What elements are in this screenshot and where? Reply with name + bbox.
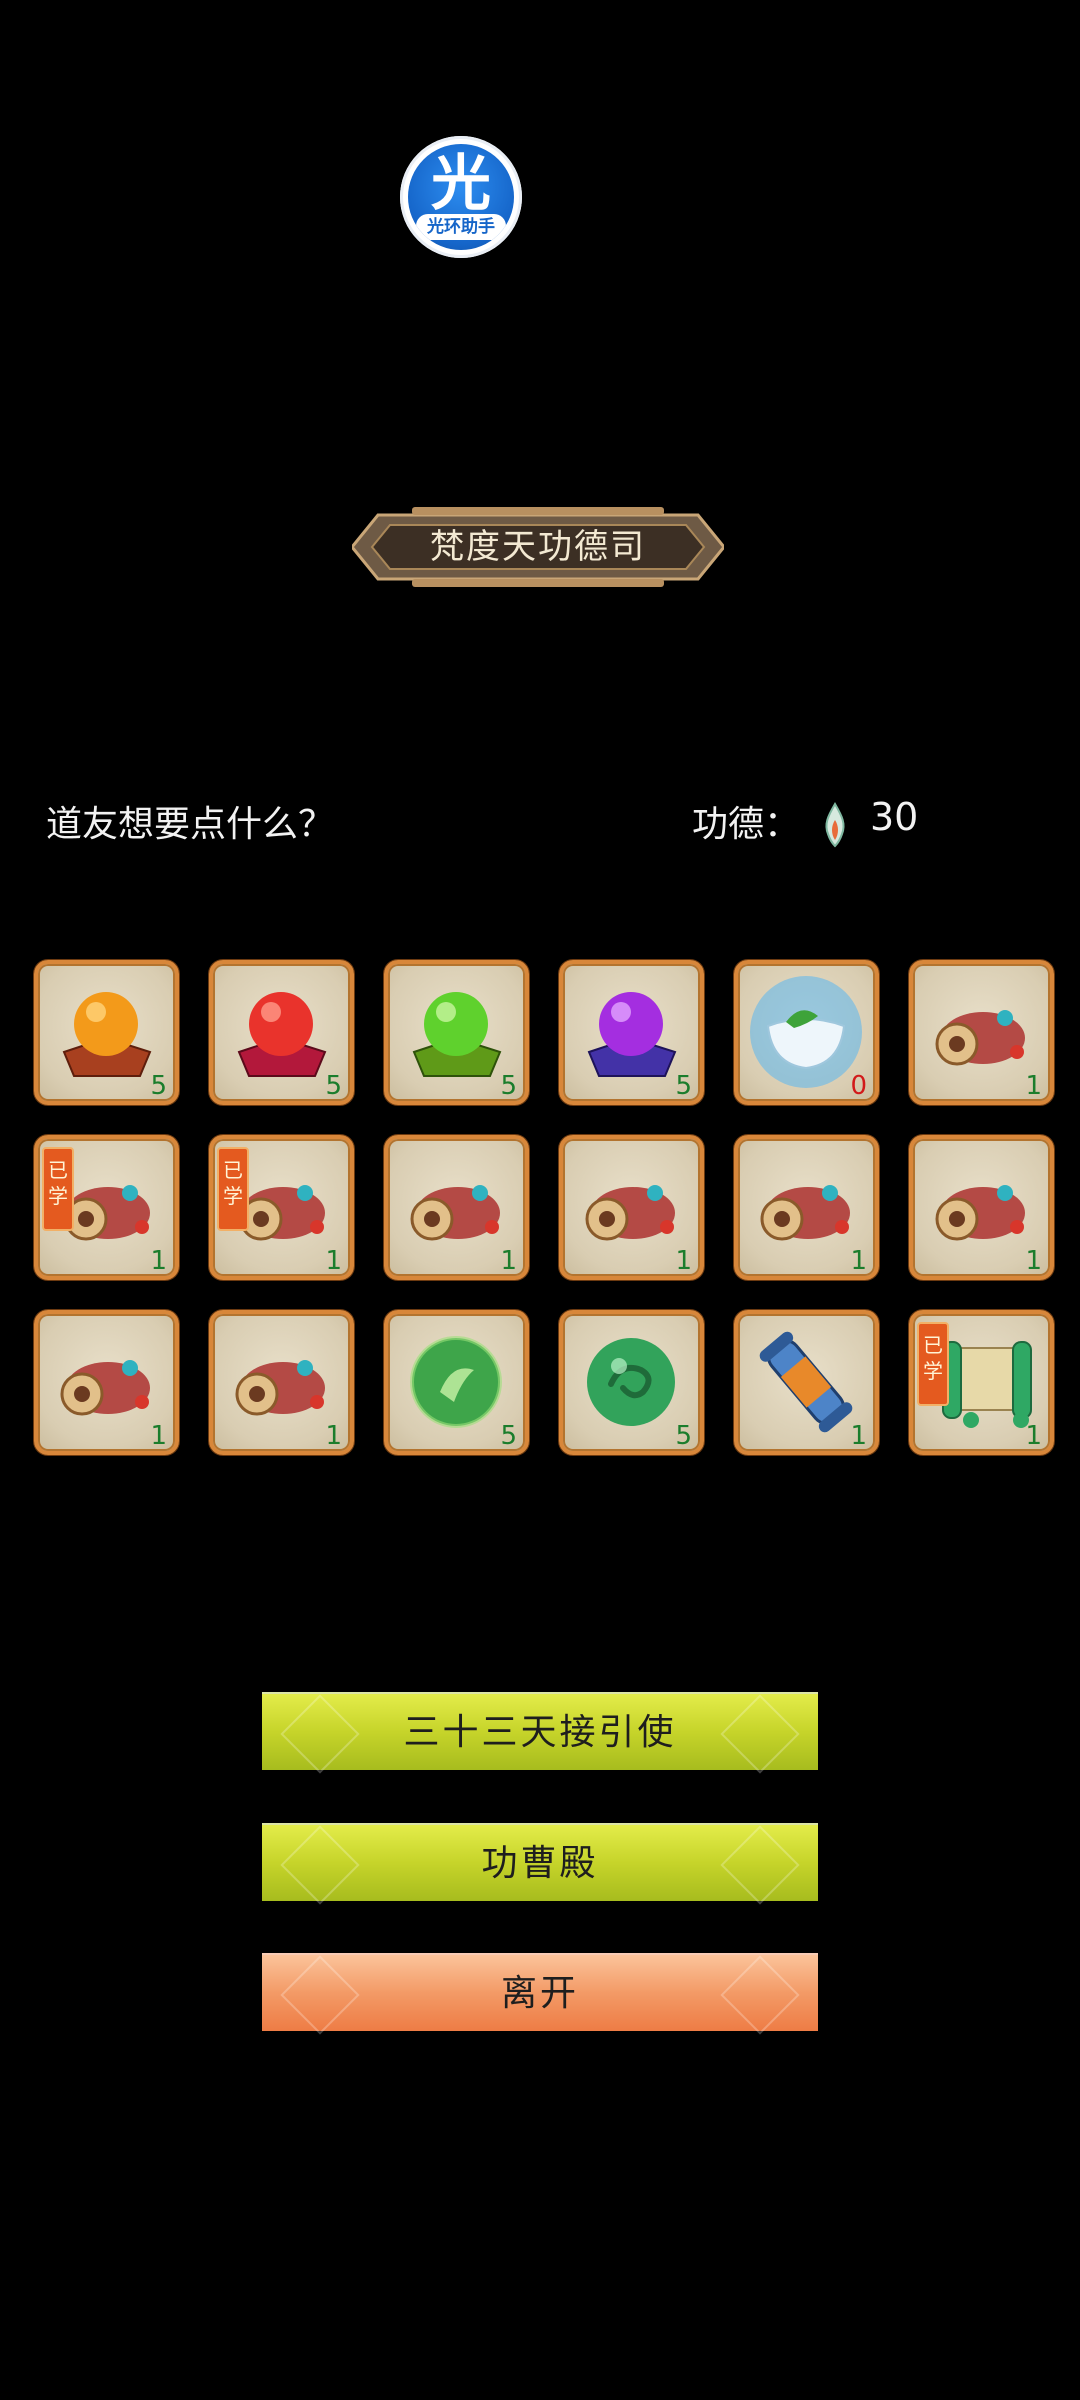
item-qty: 1 (325, 1421, 342, 1451)
leave-button[interactable]: 离开 (262, 1953, 818, 2031)
green-orb-pedestal-icon (412, 992, 502, 1077)
learned-badge: 已学 (42, 1147, 74, 1231)
item-qty: 1 (850, 1246, 867, 1276)
learned-badge: 已学 (917, 1322, 949, 1406)
item-slot-17[interactable]: 1 (734, 1310, 879, 1455)
green-leaf-orb-icon (410, 1336, 502, 1428)
purple-orb-pedestal-icon (587, 992, 677, 1077)
item-slot-18[interactable]: 已学 1 (909, 1310, 1054, 1455)
item-slot-10[interactable]: 1 (559, 1135, 704, 1280)
page-title: 梵度天功德司 (430, 527, 646, 567)
ornate-scroll-icon (935, 1185, 1025, 1241)
guide-button-label: 三十三天接引使 (403, 1712, 677, 1753)
item-slot-5[interactable]: 0 (734, 960, 879, 1105)
learned-badge: 已学 (217, 1147, 249, 1231)
red-orb-pedestal-icon (237, 992, 327, 1077)
item-qty: 0 (850, 1071, 867, 1101)
item-slot-11[interactable]: 1 (734, 1135, 879, 1280)
item-slot-6[interactable]: 1 (909, 960, 1054, 1105)
item-slot-14[interactable]: 1 (209, 1310, 354, 1455)
item-slot-12[interactable]: 1 (909, 1135, 1054, 1280)
ornate-scroll-icon (935, 1010, 1025, 1066)
item-qty: 5 (675, 1071, 692, 1101)
merit-hall-button[interactable]: 功曹殿 (262, 1823, 818, 1901)
merit-hall-button-label: 功曹殿 (481, 1843, 599, 1884)
item-grid: 5 5 5 5 0 1 已 学 1 已 学 1 1 1 1 1 1 1 5 5 … (34, 960, 1054, 1455)
item-slot-15[interactable]: 5 (384, 1310, 529, 1455)
item-qty: 1 (850, 1421, 867, 1451)
leave-button-label: 离开 (500, 1973, 579, 2014)
orange-orb-pedestal-icon (62, 992, 152, 1077)
item-slot-2[interactable]: 5 (209, 960, 354, 1105)
ornate-scroll-icon (60, 1360, 150, 1416)
item-qty: 1 (1025, 1421, 1042, 1451)
merit-flame-icon (825, 802, 845, 848)
item-qty: 5 (500, 1421, 517, 1451)
item-qty: 5 (675, 1421, 692, 1451)
item-qty: 1 (1025, 1071, 1042, 1101)
assistant-caption: 光环助手 (416, 214, 506, 240)
assistant-glyph: 光 (431, 149, 491, 219)
ornate-scroll-icon (760, 1185, 850, 1241)
item-qty: 1 (675, 1246, 692, 1276)
guide-button[interactable]: 三十三天接引使 (262, 1692, 818, 1770)
item-slot-4[interactable]: 5 (559, 960, 704, 1105)
green-swirl-orb-icon (587, 1338, 675, 1426)
title-plaque: 梵度天功德司 (352, 505, 724, 589)
merit-value: 30 (870, 795, 919, 839)
item-slot-13[interactable]: 1 (34, 1310, 179, 1455)
ornate-scroll-icon (235, 1360, 325, 1416)
assistant-icon: 光 光环助手 (408, 144, 514, 250)
prompt-text: 道友想要点什么？ (46, 804, 335, 845)
item-slot-3[interactable]: 5 (384, 960, 529, 1105)
assistant-floating-button[interactable]: 光 光环助手 (400, 136, 522, 258)
item-qty: 5 (325, 1071, 342, 1101)
item-qty: 5 (500, 1071, 517, 1101)
item-slot-8[interactable]: 已学 1 (209, 1135, 354, 1280)
item-qty: 1 (150, 1246, 167, 1276)
item-qty: 1 (500, 1246, 517, 1276)
merit-label: 功德： (692, 804, 801, 845)
item-qty: 5 (150, 1071, 167, 1101)
item-slot-7[interactable]: 已学 1 (34, 1135, 179, 1280)
ornate-scroll-icon (410, 1185, 500, 1241)
item-qty: 1 (150, 1421, 167, 1451)
item-qty: 1 (1025, 1246, 1042, 1276)
item-slot-16[interactable]: 5 (559, 1310, 704, 1455)
ornate-scroll-icon (585, 1185, 675, 1241)
item-qty: 1 (325, 1246, 342, 1276)
blue-scroll-icon (759, 1331, 853, 1433)
tea-bowl-icon (750, 976, 862, 1088)
item-slot-9[interactable]: 1 (384, 1135, 529, 1280)
item-slot-1[interactable]: 5 (34, 960, 179, 1105)
